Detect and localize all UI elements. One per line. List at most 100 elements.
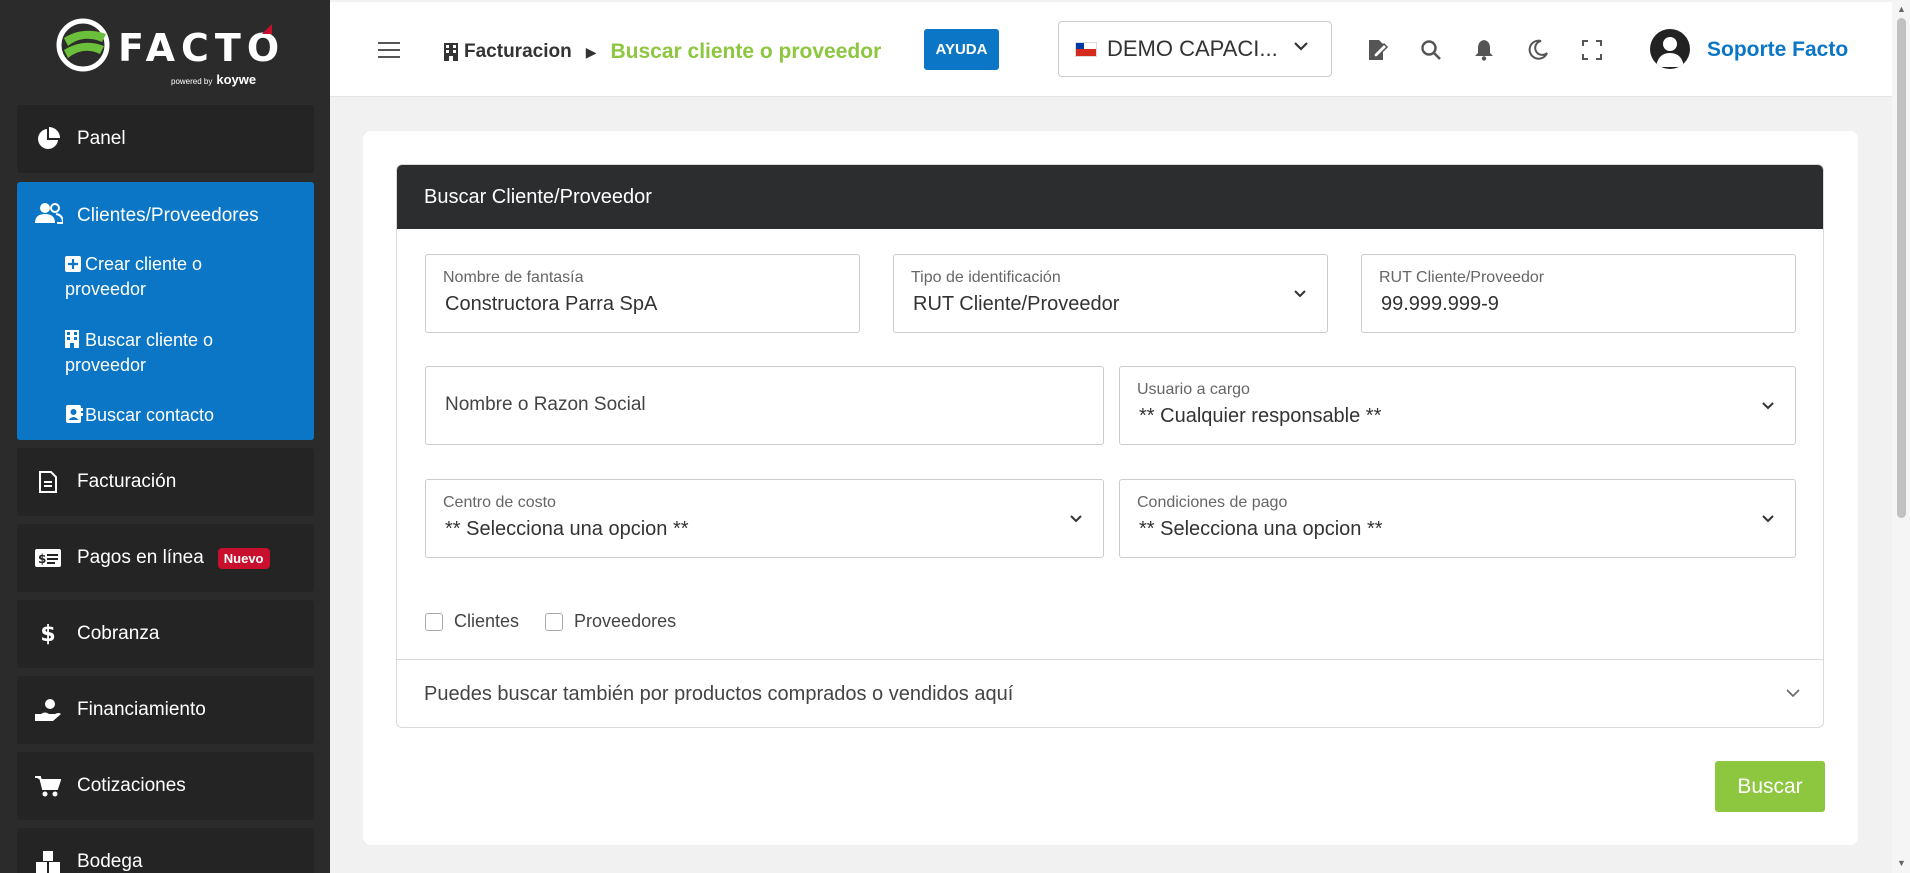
scrollbar-thumb[interactable] [1897,18,1906,518]
nav-collections[interactable]: $ Cobranza [17,600,314,668]
subnav-search-line1: Buscar cliente o [85,330,214,350]
nav-invoicing[interactable]: Facturación [17,448,314,516]
breadcrumb-current: Buscar cliente o proveedor [610,40,882,63]
scroll-up-icon[interactable]: ▲ [1897,4,1906,14]
search-panel: Buscar Cliente/Proveedor Nombre de fanta… [396,164,1824,728]
payment-terms-select[interactable]: Condiciones de pago ** Selecciona una op… [1119,479,1796,558]
nav-clients-suppliers[interactable]: Clientes/Proveedores Crear cliente o pro… [17,182,314,440]
nav-clients-label: Clientes/Proveedores [77,205,259,226]
id-type-select[interactable]: Tipo de identificación RUT Cliente/Prove… [893,254,1328,333]
bell-icon[interactable] [1472,38,1496,62]
user-in-charge-value: ** Cualquier responsable ** [1139,405,1382,427]
rut-value: 99.999.999-9 [1381,293,1499,315]
moon-icon[interactable] [1526,38,1550,62]
facto-logo[interactable]: FACTO powered by koywe [56,16,286,87]
fantasy-name-value: Constructora Parra SpA [445,293,658,315]
subnav-contact-label: Buscar contacto [85,405,215,425]
id-type-value: RUT Cliente/Proveedor [913,293,1120,315]
nav-financing[interactable]: Financiamiento [17,676,314,744]
page-scrollbar[interactable]: ▲ ▼ [1892,0,1910,873]
nav-panel[interactable]: Panel [17,105,314,173]
logo-koywe: koywe [216,72,257,87]
sidebar: FACTO powered by koywe Panel Clientes/Pro… [0,0,330,873]
search-button[interactable]: Buscar [1715,761,1825,812]
svg-text:$: $ [38,552,46,566]
new-badge: Nuevo [217,547,270,569]
nav-payments-label: Pagos en línea [77,547,204,568]
suppliers-checkbox-label[interactable]: Proveedores [574,611,676,632]
breadcrumb-arrow-icon: ▶ [585,43,597,60]
nav-collections-label: Cobranza [77,623,160,644]
nav-warehouse[interactable]: Bodega [17,828,314,873]
chevron-down-icon [1786,689,1800,698]
subnav-search-contact[interactable]: Buscar contacto [65,403,214,428]
subnav-create-client[interactable]: Crear cliente o proveedor [65,252,202,302]
business-name-field[interactable]: Nombre o Razon Social [425,366,1104,445]
boxes-icon [35,849,61,873]
products-search-toggle[interactable]: Puedes buscar también por productos comp… [397,659,1823,727]
chevron-down-icon [1762,402,1774,410]
search-icon[interactable] [1419,38,1443,62]
clients-checkbox[interactable] [425,612,443,631]
chevron-down-icon [1294,290,1306,298]
logo-swirl-icon [56,18,110,72]
document-icon [35,469,61,495]
cost-center-label: Centro de costo [443,494,556,511]
user-in-charge-label: Usuario a cargo [1137,381,1250,398]
payment-terms-label: Condiciones de pago [1137,494,1288,511]
subnav-create-line1: Crear cliente o [85,254,203,274]
fullscreen-icon[interactable] [1580,38,1604,62]
breadcrumb: Facturacion ▶ Buscar cliente o proveedor [444,40,881,64]
main-card: Buscar Cliente/Proveedor Nombre de fanta… [363,131,1858,845]
logo-powered-by: powered by [171,77,213,86]
chile-flag-icon [1075,41,1097,57]
fantasy-name-field[interactable]: Nombre de fantasía Constructora Parra Sp… [425,254,860,333]
users-icon [35,202,65,230]
nav-financing-label: Financiamiento [77,699,206,720]
cost-center-value: ** Selecciona una opcion ** [445,518,689,540]
avatar[interactable] [1650,29,1690,69]
chevron-down-icon [1762,515,1774,523]
nav-online-payments[interactable]: $ Pagos en línea Nuevo [17,524,314,592]
help-button[interactable]: AYUDA [924,29,999,70]
cost-center-select[interactable]: Centro de costo ** Selecciona una opcion… [425,479,1104,558]
topbar: Facturacion ▶ Buscar cliente o proveedor… [330,2,1892,97]
company-name: DEMO CAPACI... [1107,36,1278,61]
pie-chart-icon [35,126,61,152]
dollar-icon: $ [40,621,56,647]
menu-toggle-icon[interactable] [378,42,400,60]
id-type-label: Tipo de identificación [911,269,1061,286]
rut-field[interactable]: RUT Cliente/Proveedor 99.999.999-9 [1361,254,1796,333]
nav-panel-label: Panel [77,128,126,149]
building-icon [444,43,458,61]
subnav-search-client[interactable]: Buscar cliente o proveedor [65,328,213,378]
nav-invoicing-label: Facturación [77,471,177,492]
company-selector[interactable]: DEMO CAPACI... [1058,21,1332,77]
logo-text: FACTO [118,26,286,70]
subnav-search-line2: proveedor [65,355,147,375]
breadcrumb-root[interactable]: Facturacion [464,41,572,63]
hand-money-icon [35,697,61,723]
plus-square-icon [65,254,81,272]
payment-card-icon: $ [35,545,61,571]
nav-quotes-label: Cotizaciones [77,775,186,796]
chevron-down-icon [1294,42,1308,51]
panel-title: Buscar Cliente/Proveedor [397,165,1823,229]
cart-icon [35,773,61,799]
user-name[interactable]: Soporte Facto [1707,38,1848,62]
suppliers-checkbox[interactable] [545,612,564,631]
clients-checkbox-label[interactable]: Clientes [454,611,519,632]
user-in-charge-select[interactable]: Usuario a cargo ** Cualquier responsable… [1119,366,1796,445]
subnav-create-line2: proveedor [65,279,147,299]
nav-quotes[interactable]: Cotizaciones [17,752,314,820]
business-name-placeholder: Nombre o Razon Social [445,394,646,415]
edit-document-icon[interactable] [1365,38,1389,62]
rut-label: RUT Cliente/Proveedor [1379,269,1545,286]
fantasy-name-label: Nombre de fantasía [443,269,584,286]
scroll-down-icon[interactable]: ▼ [1897,858,1906,868]
type-checkboxes: Clientes Proveedores [425,611,702,632]
nav-warehouse-label: Bodega [77,851,143,872]
payment-terms-value: ** Selecciona una opcion ** [1139,518,1383,540]
products-search-label: Puedes buscar también por productos comp… [424,683,1014,705]
chevron-down-icon [1070,515,1082,523]
